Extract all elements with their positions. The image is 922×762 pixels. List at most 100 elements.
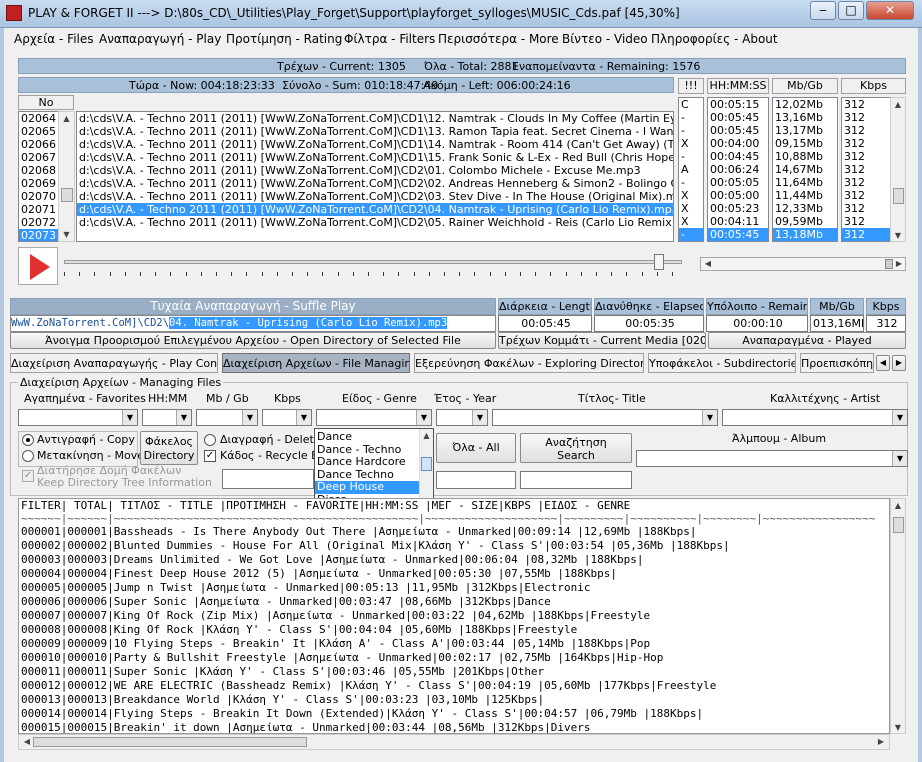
delete-radio[interactable] xyxy=(204,434,216,446)
results-row[interactable]: 000005|000005|Jump n Twist |Ασημείωτα - … xyxy=(19,581,889,595)
genre-option[interactable]: Dance xyxy=(315,431,419,444)
results-row[interactable]: 000009|000009|10 Flying Steps - Breakin'… xyxy=(19,637,889,651)
playlist-row-time[interactable]: 00:05:23 xyxy=(708,202,768,215)
playlist-row-flag[interactable]: - xyxy=(679,150,703,163)
folder-button[interactable]: Φάκελος Directory xyxy=(140,431,198,465)
kbps-combo[interactable]: ▼ xyxy=(262,409,312,426)
playlist-row-path[interactable]: d:\cds\V.A. - Techno 2011 (2011) [WwW.Zo… xyxy=(77,112,673,125)
maximize-button[interactable]: □ xyxy=(838,1,864,20)
menu-about[interactable]: Πληροφορίες - About xyxy=(651,32,778,46)
playlist-row-size[interactable]: 13,16Mb xyxy=(773,111,837,124)
playlist-scrollbar[interactable]: ▲ ▼ xyxy=(890,97,906,242)
playlist-row-flag[interactable]: A xyxy=(679,163,703,176)
menu-rating[interactable]: Προτίμηση - Rating xyxy=(226,32,342,46)
playlist-row-path[interactable]: d:\cds\V.A. - Techno 2011 (2011) [WwW.Zo… xyxy=(77,177,673,190)
hhmm-combo[interactable]: ▼ xyxy=(142,409,192,426)
tab-file-managing[interactable]: Διαχείριση Αρχείων - File Managing xyxy=(222,353,410,373)
menu-filters[interactable]: Φίλτρα - Filters xyxy=(344,32,435,46)
open-directory-button[interactable]: Άνοιγμα Προορισμού Επιλεγμένου Αρχείου -… xyxy=(10,332,496,349)
recycle-checkbox[interactable]: ✓ xyxy=(204,450,216,462)
played-button[interactable]: Αναπαραγμένα - Played xyxy=(708,332,906,349)
playlist-row-flag[interactable]: X xyxy=(679,189,703,202)
time-header[interactable]: HH:MM:SS xyxy=(707,78,769,94)
results-row[interactable]: 000008|000008|King Of Rock |Κλάση Υ' - C… xyxy=(19,623,889,637)
playlist-row-path[interactable]: d:\cds\V.A. - Techno 2011 (2011) [WwW.Zo… xyxy=(77,190,673,203)
genre-combo[interactable]: ▼ xyxy=(316,409,432,426)
playlist-path-column[interactable]: d:\cds\V.A. - Techno 2011 (2011) [WwW.Zo… xyxy=(76,111,674,242)
artist-combo[interactable]: ▼ xyxy=(722,409,908,426)
genre-option[interactable]: Dance - Techno xyxy=(315,444,419,457)
results-row[interactable]: 000004|000004|Finest Deep House 2012 (5)… xyxy=(19,567,889,581)
results-row[interactable]: 000007|000007|King Of Rock (Zip Mix) |Ασ… xyxy=(19,609,889,623)
playlist-row-flag[interactable]: - xyxy=(679,111,703,124)
playlist-row-time[interactable]: 00:05:05 xyxy=(708,176,768,189)
flag-header[interactable]: !!! xyxy=(678,78,704,94)
genre-option[interactable]: Dance Techno xyxy=(315,469,419,482)
results-row[interactable]: 000001|000001|Bassheads - Is There Anybo… xyxy=(19,525,889,539)
destination-field[interactable] xyxy=(222,469,314,489)
keep-tree-checkbox[interactable]: ✓ xyxy=(22,470,34,482)
results-row[interactable]: 000015|000015|Breakin' it down |Ασημείωτ… xyxy=(19,721,889,733)
playlist-row-flag[interactable]: C xyxy=(679,98,703,111)
favorites-combo[interactable]: ▼ xyxy=(18,409,138,426)
playlist-row-size[interactable]: 11,44Mb xyxy=(773,189,837,202)
results-row[interactable]: 000010|000010|Party & Bullshit Freestyle… xyxy=(19,651,889,665)
playlist-row-path[interactable]: d:\cds\V.A. - Techno 2011 (2011) [WwW.Zo… xyxy=(77,164,673,177)
playlist-row-path[interactable]: d:\cds\V.A. - Techno 2011 (2011) [WwW.Zo… xyxy=(77,138,673,151)
menu-play[interactable]: Αναπαραγωγή - Play xyxy=(99,32,221,46)
playlist-row-time[interactable]: 00:05:45 xyxy=(708,228,768,241)
playlist-row-time[interactable]: 00:05:45 xyxy=(708,124,768,137)
results-row[interactable]: 000012|000012|WE ARE ELECTRIC (Bassheadz… xyxy=(19,679,889,693)
minimize-button[interactable]: ‒ xyxy=(810,1,836,20)
tab-scroll-left[interactable]: ◀ xyxy=(876,355,890,371)
move-radio[interactable] xyxy=(22,450,34,462)
seek-thumb[interactable] xyxy=(653,254,664,270)
title-combo[interactable]: ▼ xyxy=(492,409,718,426)
results-row[interactable]: 000002|000002|Blunted Dummies - House Fo… xyxy=(19,539,889,553)
current-media-button[interactable]: Τρέχων Κομμάτι - Current Media [02073] xyxy=(498,332,706,349)
playlist-size-column[interactable]: 12,02Mb 13,16Mb 13,17Mb 09,15Mb 10,88Mb 14,67… xyxy=(772,97,838,242)
playlist-row-size[interactable]: 11,64Mb xyxy=(773,176,837,189)
playlist-row-flag[interactable]: X xyxy=(679,215,703,228)
playlist-row-time[interactable]: 00:06:24 xyxy=(708,163,768,176)
search-button[interactable]: Αναζήτηση Search xyxy=(520,433,632,463)
playlist-row-flag[interactable]: - xyxy=(679,176,703,189)
search-field-2[interactable] xyxy=(520,471,632,489)
playlist-time-column[interactable]: 00:05:15 00:05:45 00:05:45 00:04:00 00:04:45… xyxy=(707,97,769,242)
seek-slider[interactable] xyxy=(64,250,686,280)
playlist-row-size[interactable]: 09,15Mb xyxy=(773,137,837,150)
tab-subdirectories[interactable]: Υποφάκελοι - Subdirectories xyxy=(648,353,796,373)
no-header[interactable]: No xyxy=(18,95,74,110)
playlist-row-size[interactable]: 09,59Mb xyxy=(773,215,837,228)
playlist-row-size[interactable]: 13,17Mb xyxy=(773,124,837,137)
play-button[interactable] xyxy=(18,247,58,285)
results-scrollbar[interactable]: ▲ ▼ xyxy=(890,498,906,734)
playlist-row-time[interactable]: 00:05:15 xyxy=(708,98,768,111)
album-combo[interactable]: ▼ xyxy=(636,450,908,467)
search-field-1[interactable] xyxy=(436,471,516,489)
results-row[interactable]: 000014|000014|Flying Steps - Breakin It … xyxy=(19,707,889,721)
playlist-row-size[interactable]: 10,88Mb xyxy=(773,150,837,163)
playlist-row-size[interactable]: 14,67Mb xyxy=(773,163,837,176)
playlist-row-size[interactable]: 12,02Mb xyxy=(773,98,837,111)
tab-scroll-right[interactable]: ▶ xyxy=(892,355,906,371)
close-button[interactable]: ✕ xyxy=(866,1,914,20)
tab-play-control[interactable]: Διαχείριση Αναπαραγωγής - Play Control xyxy=(10,353,218,373)
tab-preview[interactable]: Προεπισκόπη xyxy=(800,353,874,373)
results-hscrollbar[interactable]: ◀ ▶ xyxy=(18,734,890,750)
playlist-row-flag[interactable]: X xyxy=(679,137,703,150)
results-list[interactable]: FILTER| TOTAL| ΤΙΤΛΟΣ - TITLE |ΠΡΟΤΙΜΗΣΗ… xyxy=(18,498,890,734)
playlist-row-time[interactable]: 00:05:00 xyxy=(708,189,768,202)
playlist-row-flag[interactable]: - xyxy=(679,124,703,137)
playlist-row-path[interactable]: d:\cds\V.A. - Techno 2011 (2011) [WwW.Zo… xyxy=(77,151,673,164)
results-row[interactable]: 000011|000011|Super Sonic |Κλάση Υ' - Cl… xyxy=(19,665,889,679)
playlist-row-path[interactable]: d:\cds\V.A. - Techno 2011 (2011) [WwW.Zo… xyxy=(77,125,673,138)
all-button[interactable]: Όλα - All xyxy=(436,433,516,463)
year-combo[interactable]: ▼ xyxy=(436,409,488,426)
playlist-row-size[interactable]: 12,33Mb xyxy=(773,202,837,215)
menu-files[interactable]: Αρχεία - Files xyxy=(14,32,94,46)
tab-exploring-directories[interactable]: Εξερεύνηση Φακέλων - Exploring Directori… xyxy=(414,353,644,373)
playlist-row-flag[interactable]: - xyxy=(679,228,703,241)
size-header[interactable]: Mb/Gb xyxy=(772,78,838,94)
playlist-row-path[interactable]: d:\cds\V.A. - Techno 2011 (2011) [WwW.Zo… xyxy=(77,203,673,216)
